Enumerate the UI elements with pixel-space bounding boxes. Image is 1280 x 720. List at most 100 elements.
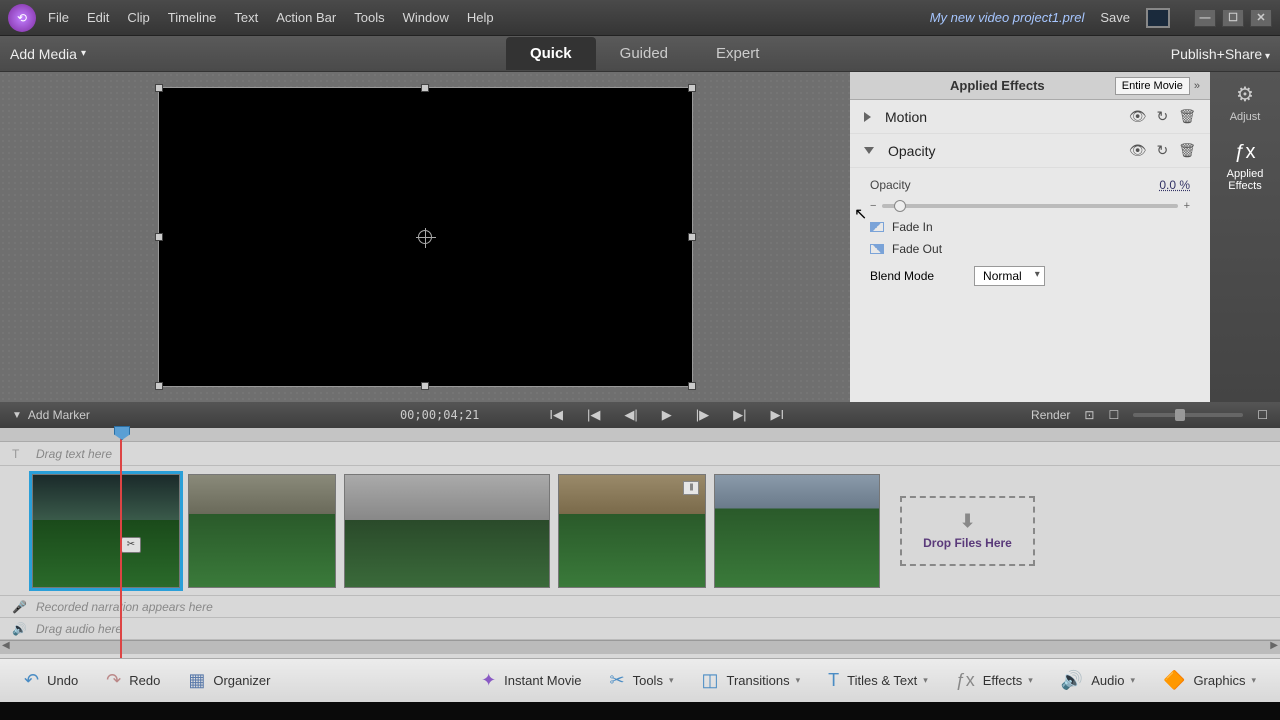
resize-handle[interactable] (155, 84, 163, 92)
zoom-slider[interactable] (1133, 413, 1243, 417)
slider-plus-icon[interactable]: + (1184, 200, 1190, 212)
next-button[interactable]: ▶| (733, 407, 746, 423)
caret-icon: ▾ (796, 675, 801, 686)
opacity-value[interactable]: 0.0 % (1159, 178, 1190, 192)
menu-actionbar[interactable]: Action Bar (276, 10, 336, 25)
tools-button[interactable]: ✂Tools▾ (600, 664, 684, 697)
timecode[interactable]: 00;00;04;21 (400, 408, 479, 422)
blend-mode-select[interactable]: Normal (974, 266, 1045, 286)
resize-handle[interactable] (155, 233, 163, 241)
tab-guided[interactable]: Guided (596, 37, 692, 70)
audio-button[interactable]: 🔊Audio▾ (1051, 664, 1145, 697)
add-marker-button[interactable]: Add Marker (28, 408, 90, 422)
slider-thumb[interactable] (894, 200, 906, 212)
go-start-button[interactable]: I◀ (549, 407, 563, 423)
redo-button[interactable]: ↷Redo (96, 664, 170, 697)
effects-button[interactable]: ƒxEffects▾ (946, 664, 1043, 697)
bottom-toolbar: ↶Undo ↷Redo ▦Organizer ✦Instant Movie ✂T… (0, 658, 1280, 702)
clip-eq-icon[interactable]: ||| (683, 481, 699, 495)
resize-handle[interactable] (688, 382, 696, 390)
menu-timeline[interactable]: Timeline (168, 10, 217, 25)
clip-1[interactable]: ✂ (32, 474, 180, 588)
organizer-button[interactable]: ▦Organizer (178, 664, 280, 697)
tab-expert[interactable]: Expert (692, 37, 783, 70)
clip-2[interactable] (188, 474, 336, 588)
resize-handle[interactable] (421, 84, 429, 92)
publish-share-button[interactable]: Publish+Share (1171, 46, 1270, 62)
fade-in-icon (870, 222, 884, 232)
eye-icon[interactable]: 👁 (1129, 142, 1147, 159)
horizontal-scrollbar[interactable] (0, 640, 1280, 654)
menu-edit[interactable]: Edit (87, 10, 109, 25)
zoom-fit-icon[interactable]: ☐ (1257, 408, 1268, 422)
reset-icon[interactable]: ↻ (1156, 142, 1168, 159)
menu-file[interactable]: File (48, 10, 69, 25)
clip-3[interactable] (344, 474, 550, 588)
effect-motion-row[interactable]: Motion 👁 ↻ 🗑 (850, 100, 1210, 134)
disclosure-right-icon[interactable] (864, 112, 871, 122)
go-end-button[interactable]: ▶I (771, 407, 785, 423)
undo-icon: ↶ (24, 670, 39, 691)
fade-out-label: Fade Out (892, 242, 942, 256)
side-tab-applied-effects[interactable]: ƒx Applied Effects (1217, 141, 1273, 192)
titles-button[interactable]: TTitles & Text▾ (818, 664, 938, 697)
graphics-button[interactable]: 🔶Graphics▾ (1153, 664, 1266, 697)
tab-quick[interactable]: Quick (506, 37, 596, 70)
narration-track-icon: 🎤 (12, 600, 28, 614)
audio-placeholder[interactable]: Drag audio here (36, 622, 122, 636)
clip-4[interactable]: ||| (558, 474, 706, 588)
panel-more-icon[interactable]: » (1194, 80, 1200, 92)
save-button[interactable]: Save (1100, 10, 1130, 25)
minimize-button[interactable]: — (1194, 9, 1216, 27)
menu-window[interactable]: Window (403, 10, 449, 25)
entire-movie-button[interactable]: Entire Movie (1115, 77, 1190, 95)
drop-zone[interactable]: ⬇ Drop Files Here (900, 496, 1035, 566)
timeline-ruler[interactable] (0, 428, 1280, 442)
undo-button[interactable]: ↶Undo (14, 664, 88, 697)
instant-movie-button[interactable]: ✦Instant Movie (471, 664, 591, 697)
transitions-button[interactable]: ◫Transitions▾ (691, 664, 810, 697)
drop-zone-label: Drop Files Here (923, 536, 1012, 550)
narration-placeholder[interactable]: Recorded narration appears here (36, 600, 213, 614)
render-button[interactable]: Render (1031, 408, 1070, 422)
resize-handle[interactable] (688, 84, 696, 92)
effect-opacity-row[interactable]: Opacity 👁 ↻ 🗑 (850, 134, 1210, 168)
disclosure-down-icon[interactable] (864, 147, 874, 154)
playback-quality-icon[interactable]: ☐ (1108, 408, 1119, 422)
video-preview[interactable] (158, 87, 693, 387)
zoom-thumb[interactable] (1175, 409, 1185, 421)
resize-handle[interactable] (421, 382, 429, 390)
close-button[interactable]: ✕ (1250, 9, 1272, 27)
step-back-button[interactable]: ◀| (624, 407, 637, 423)
reset-icon[interactable]: ↻ (1156, 108, 1168, 125)
playhead[interactable] (120, 428, 122, 658)
fade-out-row[interactable]: Fade Out (870, 238, 1190, 260)
safe-margins-icon[interactable]: ⊡ (1084, 408, 1094, 422)
eye-icon[interactable]: 👁 (1129, 108, 1147, 125)
menu-help[interactable]: Help (467, 10, 494, 25)
fullscreen-icon[interactable] (1146, 8, 1170, 28)
menu-clip[interactable]: Clip (127, 10, 149, 25)
resize-handle[interactable] (155, 382, 163, 390)
play-button[interactable]: ▶ (662, 407, 672, 423)
scissors-icon[interactable]: ✂ (121, 537, 141, 553)
fade-in-row[interactable]: Fade In (870, 216, 1190, 238)
playback-bar: ▼ Add Marker 00;00;04;21 I◀ |◀ ◀| ▶ |▶ ▶… (0, 402, 1280, 428)
clip-5[interactable] (714, 474, 880, 588)
trash-icon[interactable]: 🗑 (1178, 142, 1196, 159)
side-tab-adjust[interactable]: ⚙ Adjust (1230, 82, 1261, 123)
opacity-slider[interactable] (882, 204, 1177, 208)
prev-button[interactable]: |◀ (587, 407, 600, 423)
maximize-button[interactable]: ☐ (1222, 9, 1244, 27)
add-media-button[interactable]: Add Media (10, 46, 86, 62)
step-fwd-button[interactable]: |▶ (696, 407, 709, 423)
wand-icon: ✦ (481, 670, 496, 691)
menu-tools[interactable]: Tools (354, 10, 384, 25)
video-track[interactable]: ✂ ||| ⬇ Drop Files Here (0, 466, 1280, 596)
slider-minus-icon[interactable]: − (870, 200, 876, 212)
trash-icon[interactable]: 🗑 (1178, 108, 1196, 125)
marker-icon[interactable]: ▼ (12, 410, 22, 421)
text-track-placeholder[interactable]: Drag text here (36, 447, 112, 461)
menu-text[interactable]: Text (234, 10, 258, 25)
resize-handle[interactable] (688, 233, 696, 241)
